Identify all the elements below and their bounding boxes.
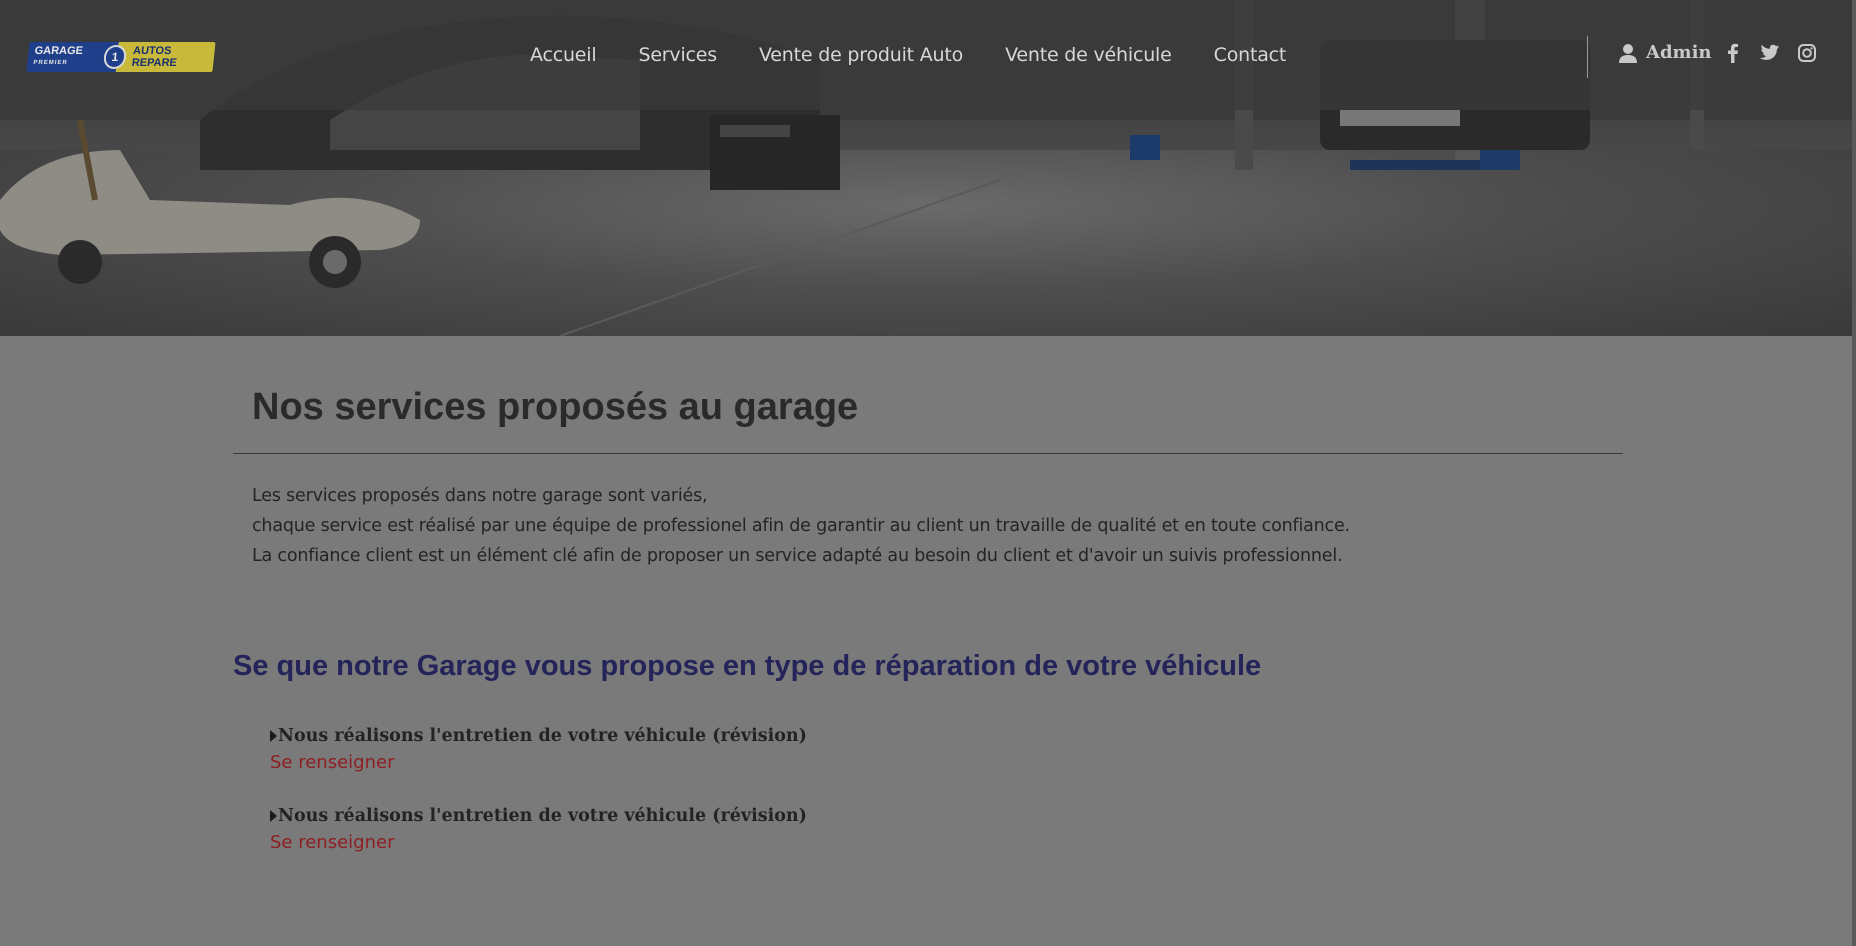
section-subtitle: Se que notre Garage vous propose en type… — [233, 650, 1262, 682]
page: GARAGE PREMIER 1 AUTOS REPARE Accueil Ser… — [0, 0, 1856, 946]
window-edge — [1852, 0, 1856, 946]
nav-services[interactable]: Services — [638, 44, 717, 66]
hero-banner: GARAGE PREMIER 1 AUTOS REPARE Accueil Ser… — [0, 0, 1856, 336]
instagram-icon[interactable] — [1796, 42, 1818, 64]
twitter-icon[interactable] — [1758, 42, 1780, 64]
nav-vente-vehicule[interactable]: Vente de véhicule — [1005, 44, 1172, 66]
service-item: Nous réalisons l'entretien de votre véhi… — [270, 726, 807, 773]
intro-line: Les services proposés dans notre garage … — [252, 486, 708, 506]
caret-right-icon — [270, 810, 277, 822]
intro-text: Les services proposés dans notre garage … — [252, 481, 1350, 571]
service-title: Nous réalisons l'entretien de votre véhi… — [278, 806, 807, 826]
intro-line: La confiance client est un élément clé a… — [252, 546, 1343, 566]
service-title: Nous réalisons l'entretien de votre véhi… — [278, 726, 807, 746]
admin-label: Admin — [1646, 42, 1712, 63]
nav-contact[interactable]: Contact — [1214, 44, 1287, 66]
logo-badge: 1 — [102, 45, 128, 69]
service-toggle[interactable]: Nous réalisons l'entretien de votre véhi… — [270, 726, 807, 746]
service-toggle[interactable]: Nous réalisons l'entretien de votre véhi… — [270, 806, 807, 826]
intro-line: chaque service est réalisé par une équip… — [252, 516, 1350, 536]
main-nav: Accueil Services Vente de produit Auto V… — [530, 44, 1328, 66]
user-icon — [1619, 43, 1637, 63]
facebook-icon[interactable] — [1722, 42, 1744, 64]
admin-link[interactable]: Admin — [1618, 42, 1712, 63]
caret-right-icon — [270, 730, 277, 742]
logo-left-text: GARAGE PREMIER — [33, 45, 84, 66]
nav-divider — [1587, 36, 1588, 78]
garage-logo[interactable]: GARAGE PREMIER 1 AUTOS REPARE — [26, 42, 216, 72]
navbar: GARAGE PREMIER 1 AUTOS REPARE Accueil Ser… — [0, 0, 1856, 110]
se-renseigner-link[interactable]: Se renseigner — [270, 832, 807, 853]
logo-right-text: AUTOS REPARE — [131, 45, 178, 69]
service-item: Nous réalisons l'entretien de votre véhi… — [270, 806, 807, 853]
nav-accueil[interactable]: Accueil — [530, 44, 597, 66]
nav-vente-produit-auto[interactable]: Vente de produit Auto — [759, 44, 963, 66]
services-section: Nos services proposés au garage Les serv… — [0, 336, 1856, 946]
page-title: Nos services proposés au garage — [252, 386, 859, 428]
se-renseigner-link[interactable]: Se renseigner — [270, 752, 807, 773]
title-divider — [233, 453, 1623, 454]
